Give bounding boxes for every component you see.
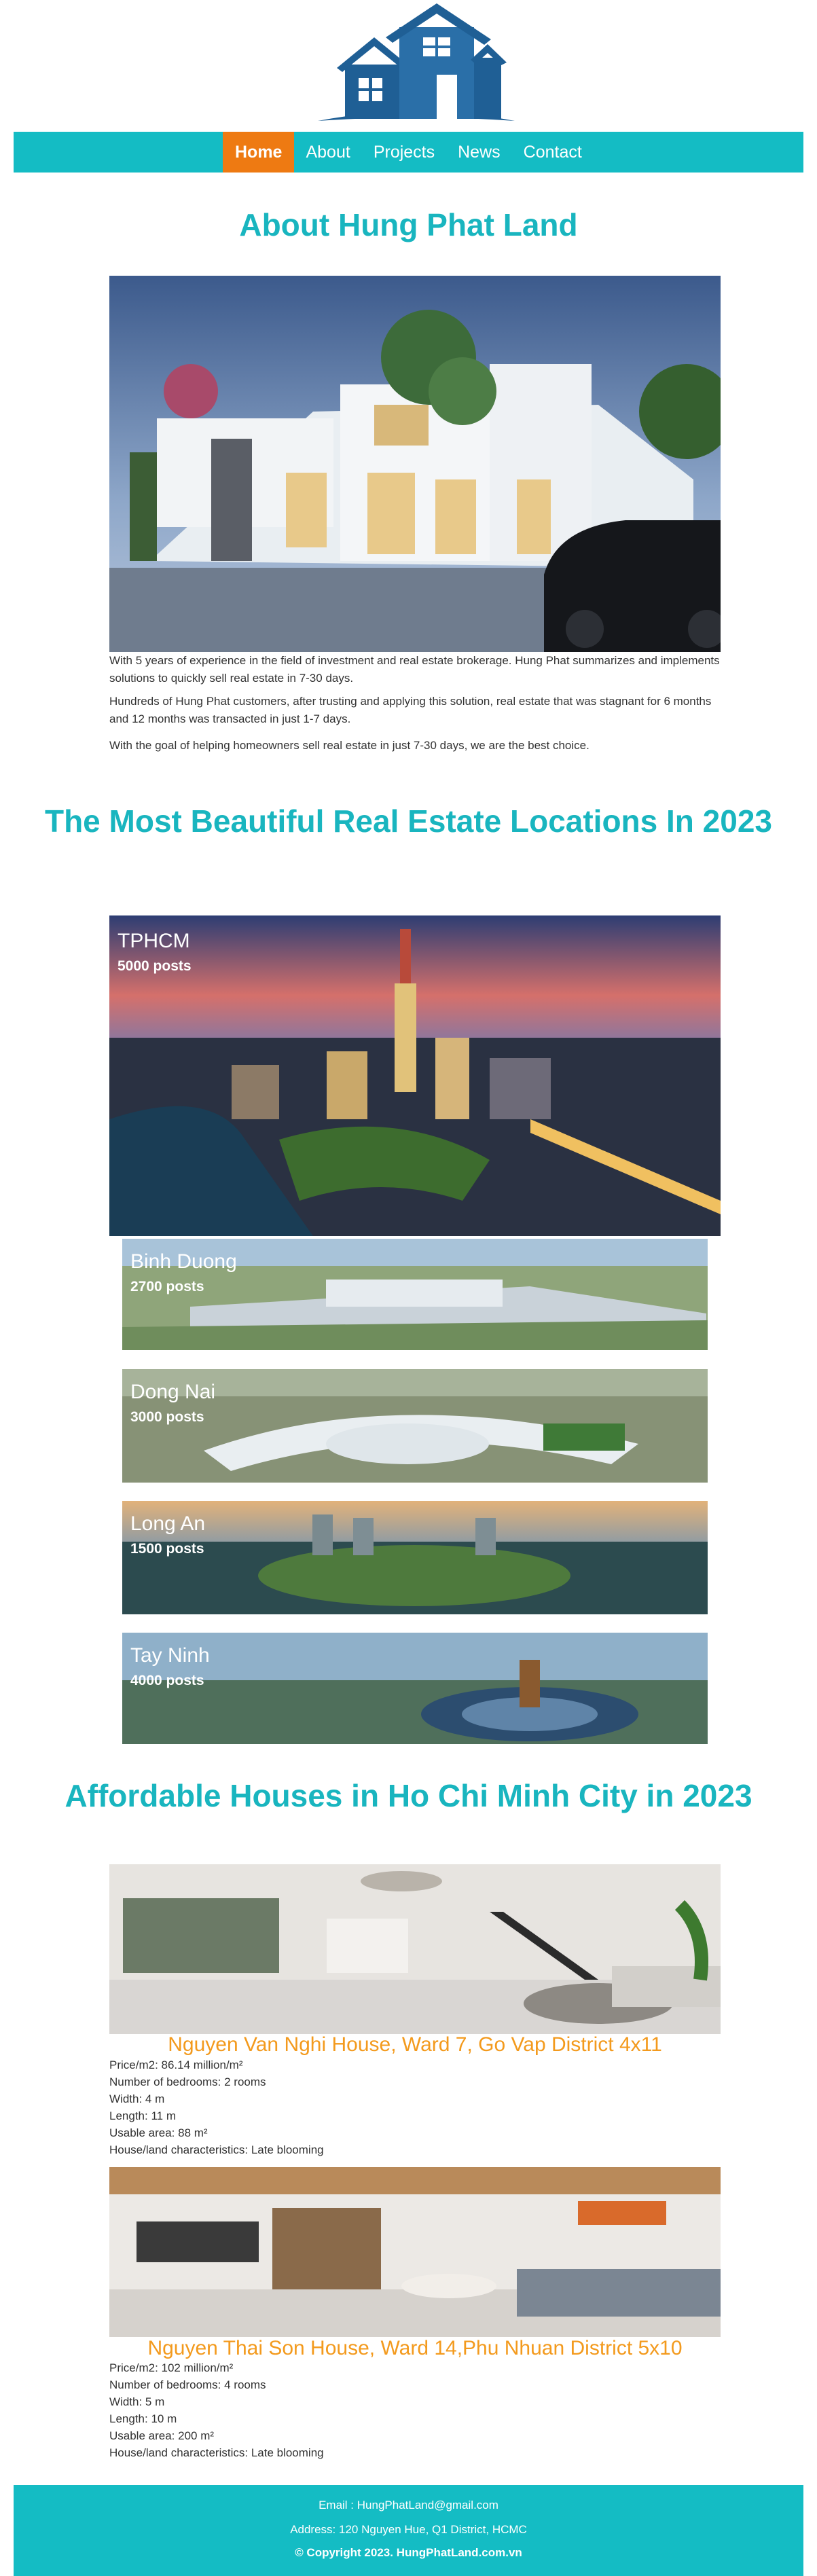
location-card-tay-ninh[interactable]: Tay Ninh 4000 posts bbox=[122, 1633, 708, 1744]
location-card-long-an[interactable]: Long An 1500 posts bbox=[122, 1501, 708, 1614]
nav-item-about[interactable]: About bbox=[294, 132, 361, 173]
footer-address: Address: 120 Nguyen Hue, Q1 District, HC… bbox=[290, 2523, 527, 2536]
nav-menu: Home About Projects News Contact bbox=[223, 132, 594, 173]
spec-price: Price/m2: 86.14 million/m² bbox=[109, 2058, 243, 2071]
about-paragraph-1: With 5 years of experience in the field … bbox=[109, 654, 720, 685]
nav-item-contact[interactable]: Contact bbox=[512, 132, 594, 173]
spec-characteristics: House/land characteristics: Late bloomin… bbox=[109, 2143, 324, 2156]
spec-usable-area: Usable area: 200 m² bbox=[109, 2429, 215, 2442]
houses-title: Affordable Houses in Ho Chi Minh City in… bbox=[65, 1778, 752, 1813]
spec-characteristics: House/land characteristics: Late bloomin… bbox=[109, 2446, 324, 2459]
spec-width: Width: 5 m bbox=[109, 2395, 165, 2408]
location-name: Long An bbox=[130, 1512, 206, 1535]
spec-bedrooms: Number of bedrooms: 4 rooms bbox=[109, 2378, 266, 2391]
spec-usable-area: Usable area: 88 m² bbox=[109, 2126, 208, 2139]
house-photo-1[interactable] bbox=[109, 1864, 721, 2034]
nav-item-home[interactable]: Home bbox=[223, 132, 295, 173]
house-title[interactable]: Nguyen Van Nghi House, Ward 7, Go Vap Di… bbox=[109, 2033, 721, 2057]
house-photo-2[interactable] bbox=[109, 2167, 721, 2337]
house-specs-1: Price/m2: 86.14 million/m² Number of bed… bbox=[109, 2056, 721, 2158]
nav-item-news[interactable]: News bbox=[446, 132, 512, 173]
location-card-tphcm[interactable]: TPHCM 5000 posts bbox=[109, 915, 721, 1236]
spec-length: Length: 11 m bbox=[109, 2109, 176, 2122]
location-posts: 5000 posts bbox=[117, 958, 192, 974]
spec-price: Price/m2: 102 million/m² bbox=[109, 2361, 234, 2374]
locations-title: The Most Beautiful Real Estate Locations… bbox=[44, 803, 773, 839]
about-title: About Hung Phat Land bbox=[239, 207, 578, 242]
location-posts: 4000 posts bbox=[130, 1673, 204, 1688]
house-logo-icon bbox=[318, 3, 515, 121]
house-title[interactable]: Nguyen Thai Son House, Ward 14,Phu Nhuan… bbox=[109, 2336, 721, 2361]
location-posts: 1500 posts bbox=[130, 1541, 204, 1557]
footer-copyright: © Copyright 2023. HungPhatLand.com.vn bbox=[295, 2546, 522, 2559]
location-posts: 2700 posts bbox=[130, 1279, 204, 1294]
location-card-binh-duong[interactable]: Binh Duong 2700 posts bbox=[122, 1239, 708, 1350]
site-footer: Email : HungPhatLand@gmail.com Address: … bbox=[14, 2485, 803, 2576]
spec-length: Length: 10 m bbox=[109, 2412, 177, 2425]
location-name: TPHCM bbox=[117, 930, 190, 952]
nav-item-projects[interactable]: Projects bbox=[362, 132, 446, 173]
house-specs-2: Price/m2: 102 million/m² Number of bedro… bbox=[109, 2359, 721, 2461]
location-posts: 3000 posts bbox=[130, 1409, 204, 1425]
location-name: Binh Duong bbox=[130, 1250, 237, 1273]
site-logo[interactable] bbox=[304, 0, 528, 129]
about-paragraph-3: With the goal of helping homeowners sell… bbox=[109, 739, 589, 752]
footer-email[interactable]: Email : HungPhatLand@gmail.com bbox=[14, 2499, 803, 2512]
spec-bedrooms: Number of bedrooms: 2 rooms bbox=[109, 2075, 266, 2088]
main-navbar: Home About Projects News Contact bbox=[14, 132, 803, 173]
about-villa-photo bbox=[109, 276, 721, 652]
location-card-dong-nai[interactable]: Dong Nai 3000 posts bbox=[122, 1369, 708, 1483]
location-name: Dong Nai bbox=[130, 1381, 216, 1403]
location-name: Tay Ninh bbox=[130, 1644, 210, 1667]
spec-width: Width: 4 m bbox=[109, 2092, 165, 2105]
about-paragraph-2: Hundreds of Hung Phat customers, after t… bbox=[109, 695, 712, 725]
